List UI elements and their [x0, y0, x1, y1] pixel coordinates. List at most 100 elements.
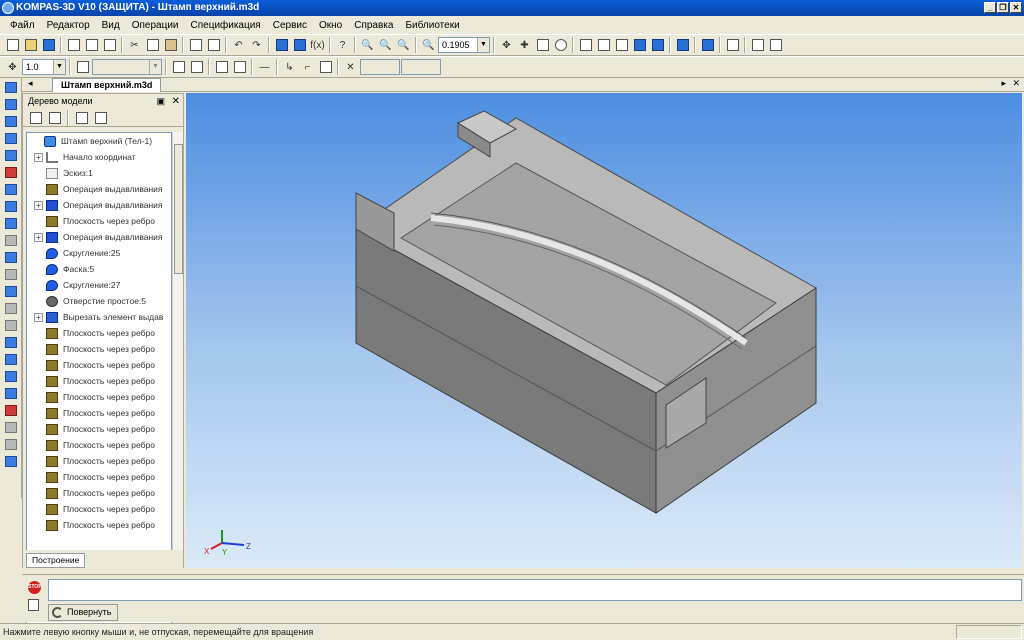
surfaces-icon[interactable]	[2, 113, 20, 129]
expand-icon[interactable]: +	[34, 200, 43, 210]
layer-icon[interactable]	[74, 59, 91, 76]
scrollbar-thumb[interactable]	[174, 144, 183, 274]
new-file-icon[interactable]	[4, 37, 21, 54]
tree-item[interactable]: Плоскость через ребро	[27, 453, 171, 469]
tree-item[interactable]: Плоскость через ребро	[27, 517, 171, 533]
print-icon[interactable]	[65, 37, 82, 54]
revolve-icon[interactable]	[2, 249, 20, 265]
reports-icon[interactable]	[2, 215, 20, 231]
zoom-in-icon[interactable]: 🔍	[359, 37, 376, 54]
tree-item[interactable]: Плоскость через ребро	[27, 485, 171, 501]
move-icon[interactable]: ✥	[498, 37, 515, 54]
shaded-icon[interactable]	[631, 37, 648, 54]
tree-item[interactable]: Эскиз:1	[27, 165, 171, 181]
menu-service[interactable]: Сервис	[267, 20, 313, 31]
chamfer-icon[interactable]	[2, 317, 20, 333]
tree-item[interactable]: Плоскость через ребро	[27, 213, 171, 229]
menu-file[interactable]: Файл	[4, 20, 41, 31]
shaded-edges-icon[interactable]	[649, 37, 666, 54]
mirror-icon[interactable]	[2, 402, 20, 418]
tree-filter-icon[interactable]	[46, 109, 63, 126]
cursor-mode-icon[interactable]	[317, 59, 334, 76]
menu-view[interactable]: Вид	[96, 20, 126, 31]
menu-edit[interactable]: Редактор	[41, 20, 96, 31]
tree-item[interactable]: Плоскость через ребро	[27, 501, 171, 517]
coord-x-field[interactable]	[360, 59, 400, 75]
round-icon[interactable]: ↳	[281, 59, 298, 76]
redo-icon[interactable]: ↷	[248, 37, 265, 54]
tree-item[interactable]: Скругление:27	[27, 277, 171, 293]
tree-item[interactable]: + Вырезать элемент выдав	[27, 309, 171, 325]
rotate-button[interactable]: Повернуть	[48, 604, 119, 621]
close-button[interactable]: ✕	[1010, 2, 1022, 13]
selection-icon[interactable]	[2, 181, 20, 197]
open-file-icon[interactable]	[22, 37, 39, 54]
expand-icon[interactable]: +	[34, 232, 43, 242]
menu-operations[interactable]: Операции	[126, 20, 185, 31]
close-tab-icon[interactable]: ✕	[1012, 78, 1020, 89]
expand-icon[interactable]: +	[34, 312, 43, 322]
tree-structure-icon[interactable]	[27, 109, 44, 126]
tree-item[interactable]: + Начало координат	[27, 149, 171, 165]
tree-item[interactable]: Фаска:5	[27, 261, 171, 277]
editing-mode-icon[interactable]	[2, 79, 20, 95]
list-icon[interactable]	[205, 37, 222, 54]
tree-item[interactable]: Штамп верхний (Тел-1)	[27, 133, 171, 149]
tab-scroll-left-icon[interactable]: ◂	[28, 78, 33, 89]
pin-icon[interactable]: ▣	[156, 94, 165, 109]
tab-document[interactable]: Штамп верхний.m3d	[52, 78, 162, 92]
help-pointer-icon[interactable]: ?	[334, 37, 351, 54]
tree-item[interactable]: Отверстие простое:5	[27, 293, 171, 309]
tree-scrollbar[interactable]	[172, 132, 183, 552]
local-cs-icon[interactable]	[213, 59, 230, 76]
document-icon[interactable]	[28, 599, 39, 611]
line-style-icon[interactable]: —	[256, 59, 273, 76]
expand-icon[interactable]: +	[34, 152, 43, 162]
aux-geometry-icon[interactable]	[2, 130, 20, 146]
curves-icon[interactable]	[2, 96, 20, 112]
tree-item[interactable]: + Операция выдавливания	[27, 197, 171, 213]
tree-item[interactable]: Плоскость через ребро	[27, 405, 171, 421]
cut-by-surface-icon[interactable]	[2, 436, 20, 452]
fit-all-icon[interactable]	[534, 37, 551, 54]
minimize-button[interactable]: _	[984, 2, 996, 13]
tree-item[interactable]: Плоскость через ребро	[27, 421, 171, 437]
copy-icon[interactable]	[144, 37, 161, 54]
tree-item[interactable]: Плоскость через ребро	[27, 341, 171, 357]
hole-icon[interactable]	[2, 334, 20, 350]
preview-icon[interactable]	[83, 37, 100, 54]
tree-item[interactable]: + Операция выдавливания	[27, 229, 171, 245]
save-icon[interactable]	[40, 37, 57, 54]
layer-combo[interactable]: ▼	[92, 59, 162, 75]
pattern-icon[interactable]	[2, 385, 20, 401]
origin-icon[interactable]: ✥	[4, 59, 21, 76]
undo-icon[interactable]: ↶	[230, 37, 247, 54]
tree-view-icon[interactable]	[273, 37, 290, 54]
snap-icon[interactable]	[188, 59, 205, 76]
library-icon[interactable]	[291, 37, 308, 54]
tree-order-icon[interactable]	[92, 109, 109, 126]
ortho-icon[interactable]	[231, 59, 248, 76]
sketch-icon[interactable]	[2, 453, 20, 469]
chevron-down-icon[interactable]: ▼	[149, 60, 161, 74]
tree-item[interactable]: Плоскость через ребро	[27, 373, 171, 389]
sweep-icon[interactable]	[2, 266, 20, 282]
orientation-icon[interactable]	[699, 37, 716, 54]
restore-button[interactable]: ❐	[997, 2, 1009, 13]
tree-item[interactable]: Скругление:25	[27, 245, 171, 261]
extrude-icon[interactable]	[2, 232, 20, 248]
tree-item[interactable]: Плоскость через ребро	[27, 437, 171, 453]
chevron-down-icon[interactable]: ▼	[53, 60, 65, 74]
coord-y-field[interactable]	[401, 59, 441, 75]
fillet-icon[interactable]	[2, 300, 20, 316]
zoom-window-icon[interactable]: 🔍	[395, 37, 412, 54]
grid-icon[interactable]	[170, 59, 187, 76]
pan-icon[interactable]: ✚	[516, 37, 533, 54]
menu-window[interactable]: Окно	[313, 20, 348, 31]
cut-icon[interactable]: ✂	[126, 37, 143, 54]
coordinates-icon[interactable]: ✕	[342, 59, 359, 76]
menu-specification[interactable]: Спецификация	[185, 20, 267, 31]
wireframe-icon[interactable]	[577, 37, 594, 54]
stop-icon[interactable]: STOP	[28, 581, 42, 594]
tree-item[interactable]: Плоскость через ребро	[27, 389, 171, 405]
